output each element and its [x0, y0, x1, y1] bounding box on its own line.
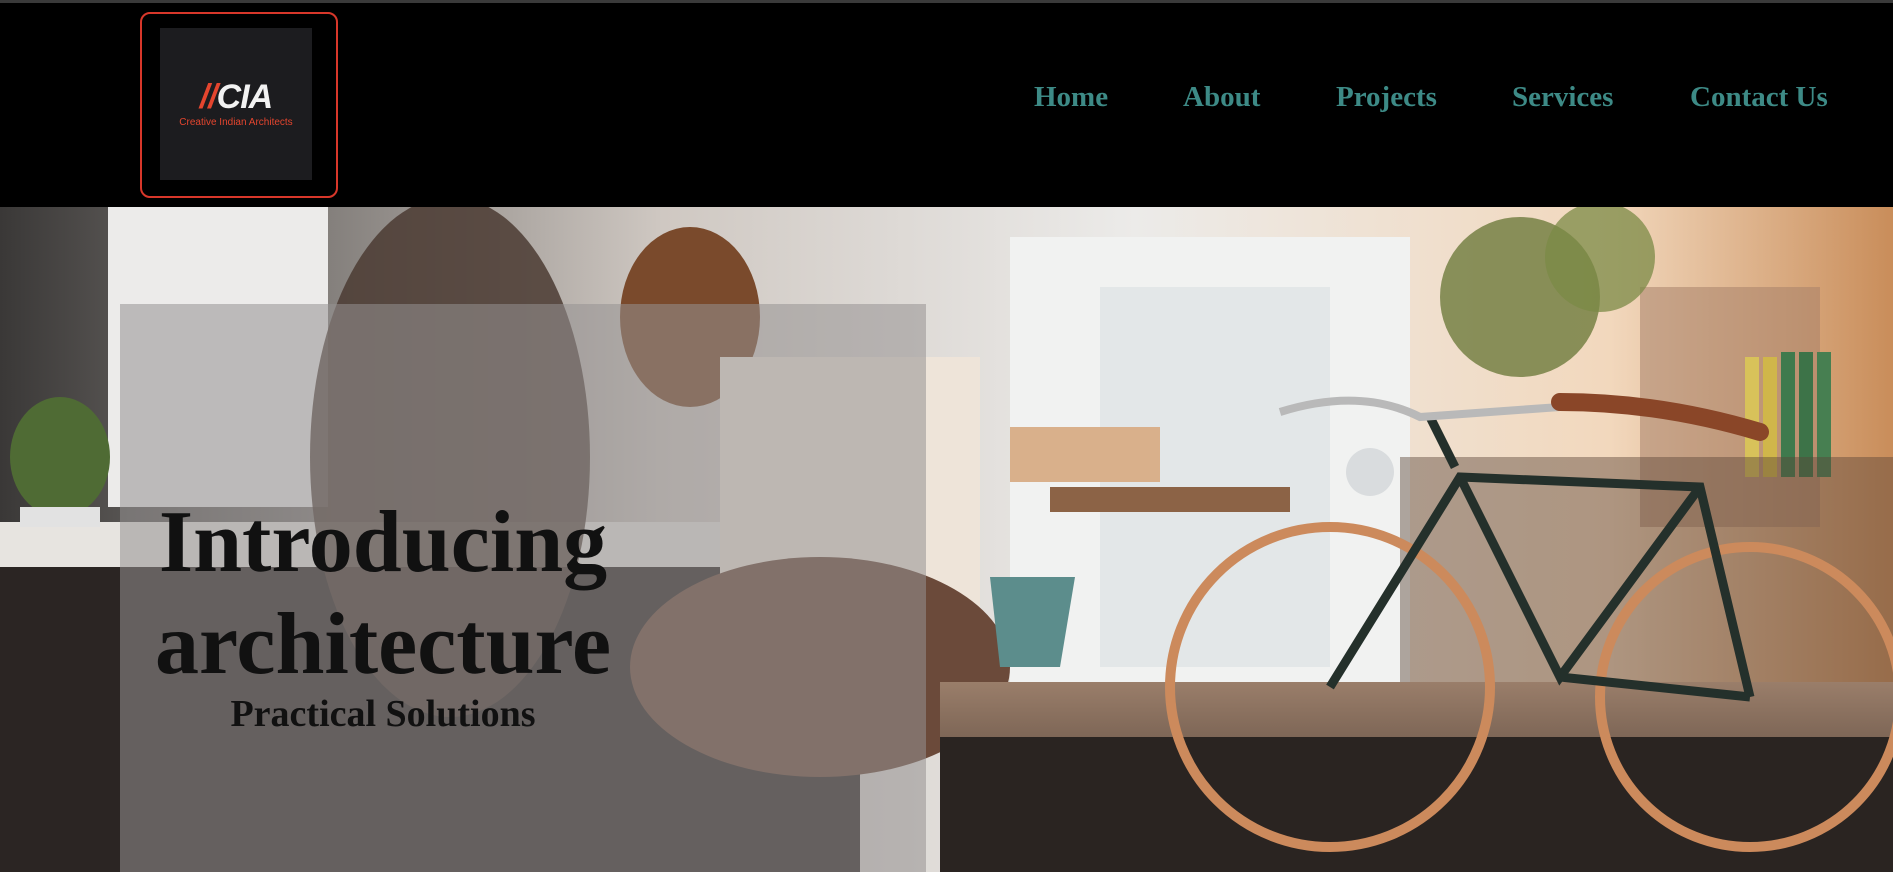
nav-home[interactable]: Home	[1034, 79, 1108, 115]
hero-subtitle: Practical Solutions	[230, 693, 536, 735]
hero-title-line-1: Introducing	[158, 494, 608, 591]
hero-title-line-2: architecture	[154, 596, 612, 693]
hero-section: Introducing architecture Practical Solut…	[0, 207, 1893, 872]
nav-about[interactable]: About	[1183, 79, 1260, 115]
logo-mark: //CIA	[160, 80, 312, 114]
logo[interactable]: //CIA Creative Indian Architects	[160, 28, 312, 180]
hero-title: Introducing architecture	[120, 492, 926, 696]
nav-services[interactable]: Services	[1512, 79, 1613, 115]
navbar: //CIA Creative Indian Architects Home Ab…	[0, 3, 1893, 207]
logo-name: CIA	[216, 78, 274, 116]
nav-contact-us[interactable]: Contact Us	[1690, 79, 1828, 115]
nav-projects[interactable]: Projects	[1336, 79, 1437, 115]
logo-tagline: Creative Indian Architects	[179, 117, 293, 128]
logo-slashes: //	[199, 78, 218, 116]
